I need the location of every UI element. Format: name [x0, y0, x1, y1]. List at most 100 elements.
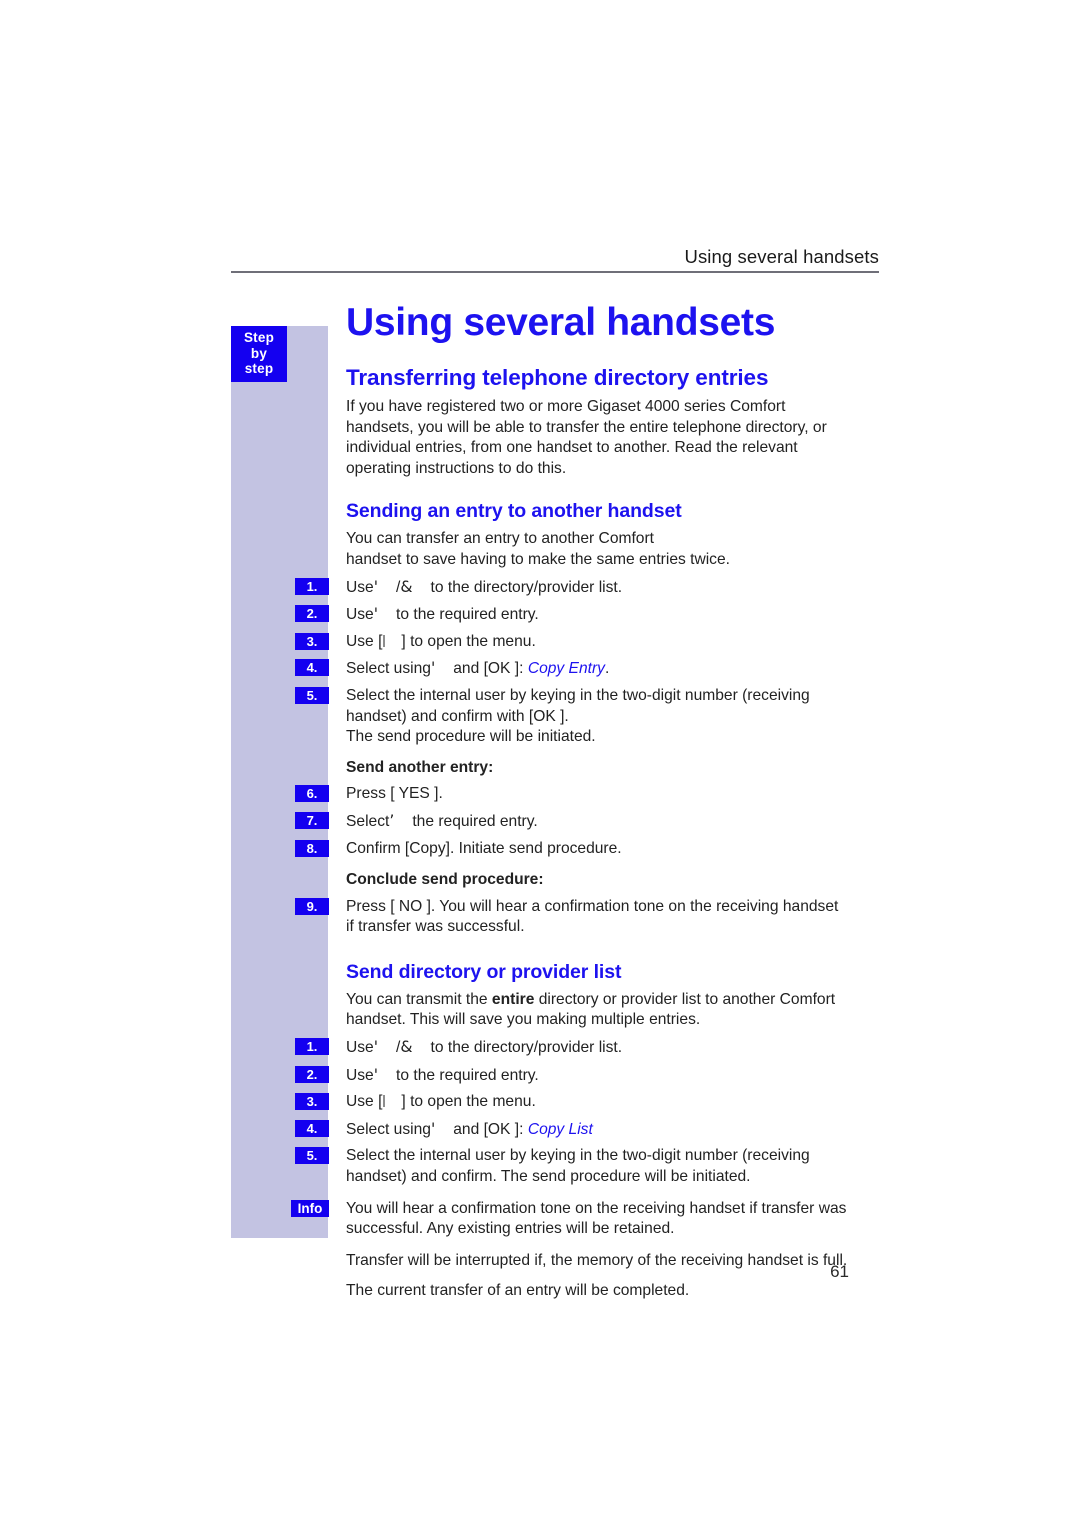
- running-header: Using several handsets: [231, 246, 879, 273]
- step-item: 2. Use' to the required entry.: [295, 1065, 849, 1087]
- step-number-badge: 4.: [295, 659, 329, 677]
- step-text-tail: .: [604, 660, 610, 678]
- step-number-badge: 6.: [295, 785, 329, 803]
- step-text-post: to the directory/provider list.: [430, 578, 623, 596]
- step-by-step-line-2: by: [250, 345, 268, 361]
- step-item: 4. Select using' and [OK ]: Copy List: [295, 1119, 849, 1141]
- subsection-heading-send-directory: Send directory or provider list: [346, 960, 622, 983]
- send-directory-intro-pre: You can transmit the: [346, 990, 492, 1008]
- step-text: Press [ YES ].: [346, 785, 443, 803]
- step-text: Press [ NO ]. You will hear a confirmati…: [346, 897, 839, 936]
- nav-key-icon: ': [373, 1065, 379, 1084]
- step-text: Use'/& to the directory/provider list.: [346, 577, 623, 596]
- step-number-badge: 3.: [295, 1093, 329, 1111]
- page-number: 61: [830, 1262, 849, 1281]
- step-item: 5. Select the internal user by keying in…: [295, 686, 849, 727]
- header-rule: [231, 271, 879, 273]
- step-text-post: ] to open the menu.: [401, 632, 536, 650]
- step-number-badge: 9.: [295, 897, 329, 915]
- step-number-badge: 3.: [295, 632, 329, 650]
- step-text: Select using' and [OK ]: Copy Entry.: [346, 659, 610, 678]
- step-item: 3. Use [ ] to open the menu.: [295, 1092, 849, 1113]
- step-text: Select the internal user by keying in th…: [346, 1147, 810, 1186]
- send-directory-intro-emphasis: entire: [491, 990, 535, 1008]
- step-item: 8. Confirm [Copy]. Initiate send procedu…: [295, 839, 849, 860]
- step-item: 9. Press [ NO ]. You will hear a confirm…: [295, 897, 849, 938]
- step-text-pre: Select using: [346, 660, 431, 678]
- subsection-heading-sending-entry: Sending an entry to another handset: [346, 500, 682, 523]
- step-text: Confirm [Copy]. Initiate send procedure.: [346, 839, 622, 857]
- step-number-badge: 8.: [295, 839, 329, 857]
- step-by-step-line-1: Step: [243, 330, 275, 345]
- menu-command-label: Copy List: [527, 1120, 593, 1138]
- step-item: 4. Select using' and [OK ]: Copy Entry.: [295, 658, 849, 680]
- lead-conclude-send-procedure: Conclude send procedure:: [346, 871, 544, 889]
- content-column: Using several handsets Transferring tele…: [291, 300, 849, 1302]
- step-text-pre: Use: [346, 578, 374, 596]
- nav-key-icon: ’: [389, 811, 395, 830]
- step-item: 6. Press [ YES ].: [295, 784, 849, 805]
- nav-key-icon: ': [373, 605, 379, 624]
- lead-send-another-entry: Send another entry:: [346, 758, 494, 776]
- step-number-badge: 5.: [295, 1147, 329, 1165]
- info-paragraph-1: You will hear a confirmation tone on the…: [346, 1199, 847, 1238]
- step-text: Use' to the required entry.: [346, 605, 539, 624]
- menu-key-icon: [383, 634, 386, 647]
- chapter-title: Using several handsets: [346, 301, 776, 344]
- provider-key-icon: &: [400, 577, 413, 596]
- step-by-step-line-3: step: [244, 361, 274, 376]
- step-text-post: to the required entry.: [396, 606, 539, 624]
- step-text-pre: Use [: [346, 1093, 383, 1111]
- step-text-pre: Use [: [346, 632, 383, 650]
- document-page: Using several handsets Step by step Usin…: [0, 0, 1080, 1528]
- step-number-badge: 4.: [295, 1119, 329, 1137]
- send-directory-intro: You can transmit the entire directory or…: [346, 990, 849, 1031]
- step-number-badge: 5.: [295, 686, 329, 704]
- after-step-5-note: The send procedure will be initiated.: [346, 728, 596, 746]
- step-text-post: to the directory/provider list.: [430, 1039, 623, 1057]
- nav-key-icon: ': [430, 659, 436, 678]
- step-item: 7. Select’ the required entry.: [295, 811, 849, 833]
- step-text-post: the required entry.: [412, 812, 538, 830]
- step-text: Select the internal user by keying in th…: [346, 686, 810, 725]
- info-paragraph-3: The current transfer of an entry will be…: [346, 1282, 690, 1300]
- step-text: Use' to the required entry.: [346, 1065, 539, 1084]
- step-text: Select using' and [OK ]: Copy List: [346, 1119, 593, 1138]
- step-text-pre: Use: [346, 1039, 374, 1057]
- step-text: Select’ the required entry.: [346, 811, 538, 830]
- step-number-badge: 7.: [295, 811, 329, 829]
- step-item: 1. Use'/& to the directory/provider list.: [295, 1037, 849, 1059]
- step-item: 2. Use' to the required entry.: [295, 604, 849, 626]
- step-text-pre: Select: [346, 812, 390, 830]
- step-text-pre: Use: [346, 606, 374, 624]
- step-text-post: and [OK ]:: [453, 660, 524, 678]
- info-item: Info You will hear a confirmation tone o…: [291, 1199, 849, 1240]
- sending-entry-intro-line-2: handset to save having to make the same …: [346, 550, 730, 568]
- step-text: Use [ ] to open the menu.: [346, 633, 536, 650]
- step-text: Use'/& to the directory/provider list.: [346, 1038, 623, 1057]
- section-heading-transferring: Transferring telephone directory entries: [346, 365, 769, 390]
- step-text-pre: Select using: [346, 1120, 431, 1138]
- menu-command-label: Copy Entry: [527, 660, 605, 678]
- step-item: 5. Select the internal user by keying in…: [295, 1146, 849, 1187]
- provider-key-icon: &: [400, 1038, 413, 1057]
- step-by-step-badge: Step by step: [231, 326, 287, 382]
- running-header-text: Using several handsets: [684, 246, 879, 267]
- step-number-badge: 1.: [295, 577, 329, 595]
- info-badge: Info: [291, 1199, 329, 1217]
- step-text-post: to the required entry.: [396, 1066, 539, 1084]
- step-item: 3. Use [ ] to open the menu.: [295, 632, 849, 653]
- step-text-pre: Use: [346, 1066, 374, 1084]
- step-number-badge: 2.: [295, 605, 329, 623]
- step-text-post: and [OK ]:: [453, 1120, 524, 1138]
- step-number-badge: 1.: [295, 1038, 329, 1056]
- step-text-post: ] to open the menu.: [401, 1093, 536, 1111]
- section-intro-paragraph: If you have registered two or more Gigas…: [346, 398, 827, 477]
- sending-entry-intro-line-1: You can transfer an entry to another Com…: [346, 530, 655, 548]
- nav-key-icon: ': [373, 577, 379, 596]
- nav-key-icon: ': [430, 1119, 436, 1138]
- step-number-badge: 2.: [295, 1065, 329, 1083]
- menu-key-icon: [383, 1095, 386, 1108]
- nav-key-icon: ': [373, 1038, 379, 1057]
- step-item: 1. Use'/& to the directory/provider list.: [295, 577, 849, 599]
